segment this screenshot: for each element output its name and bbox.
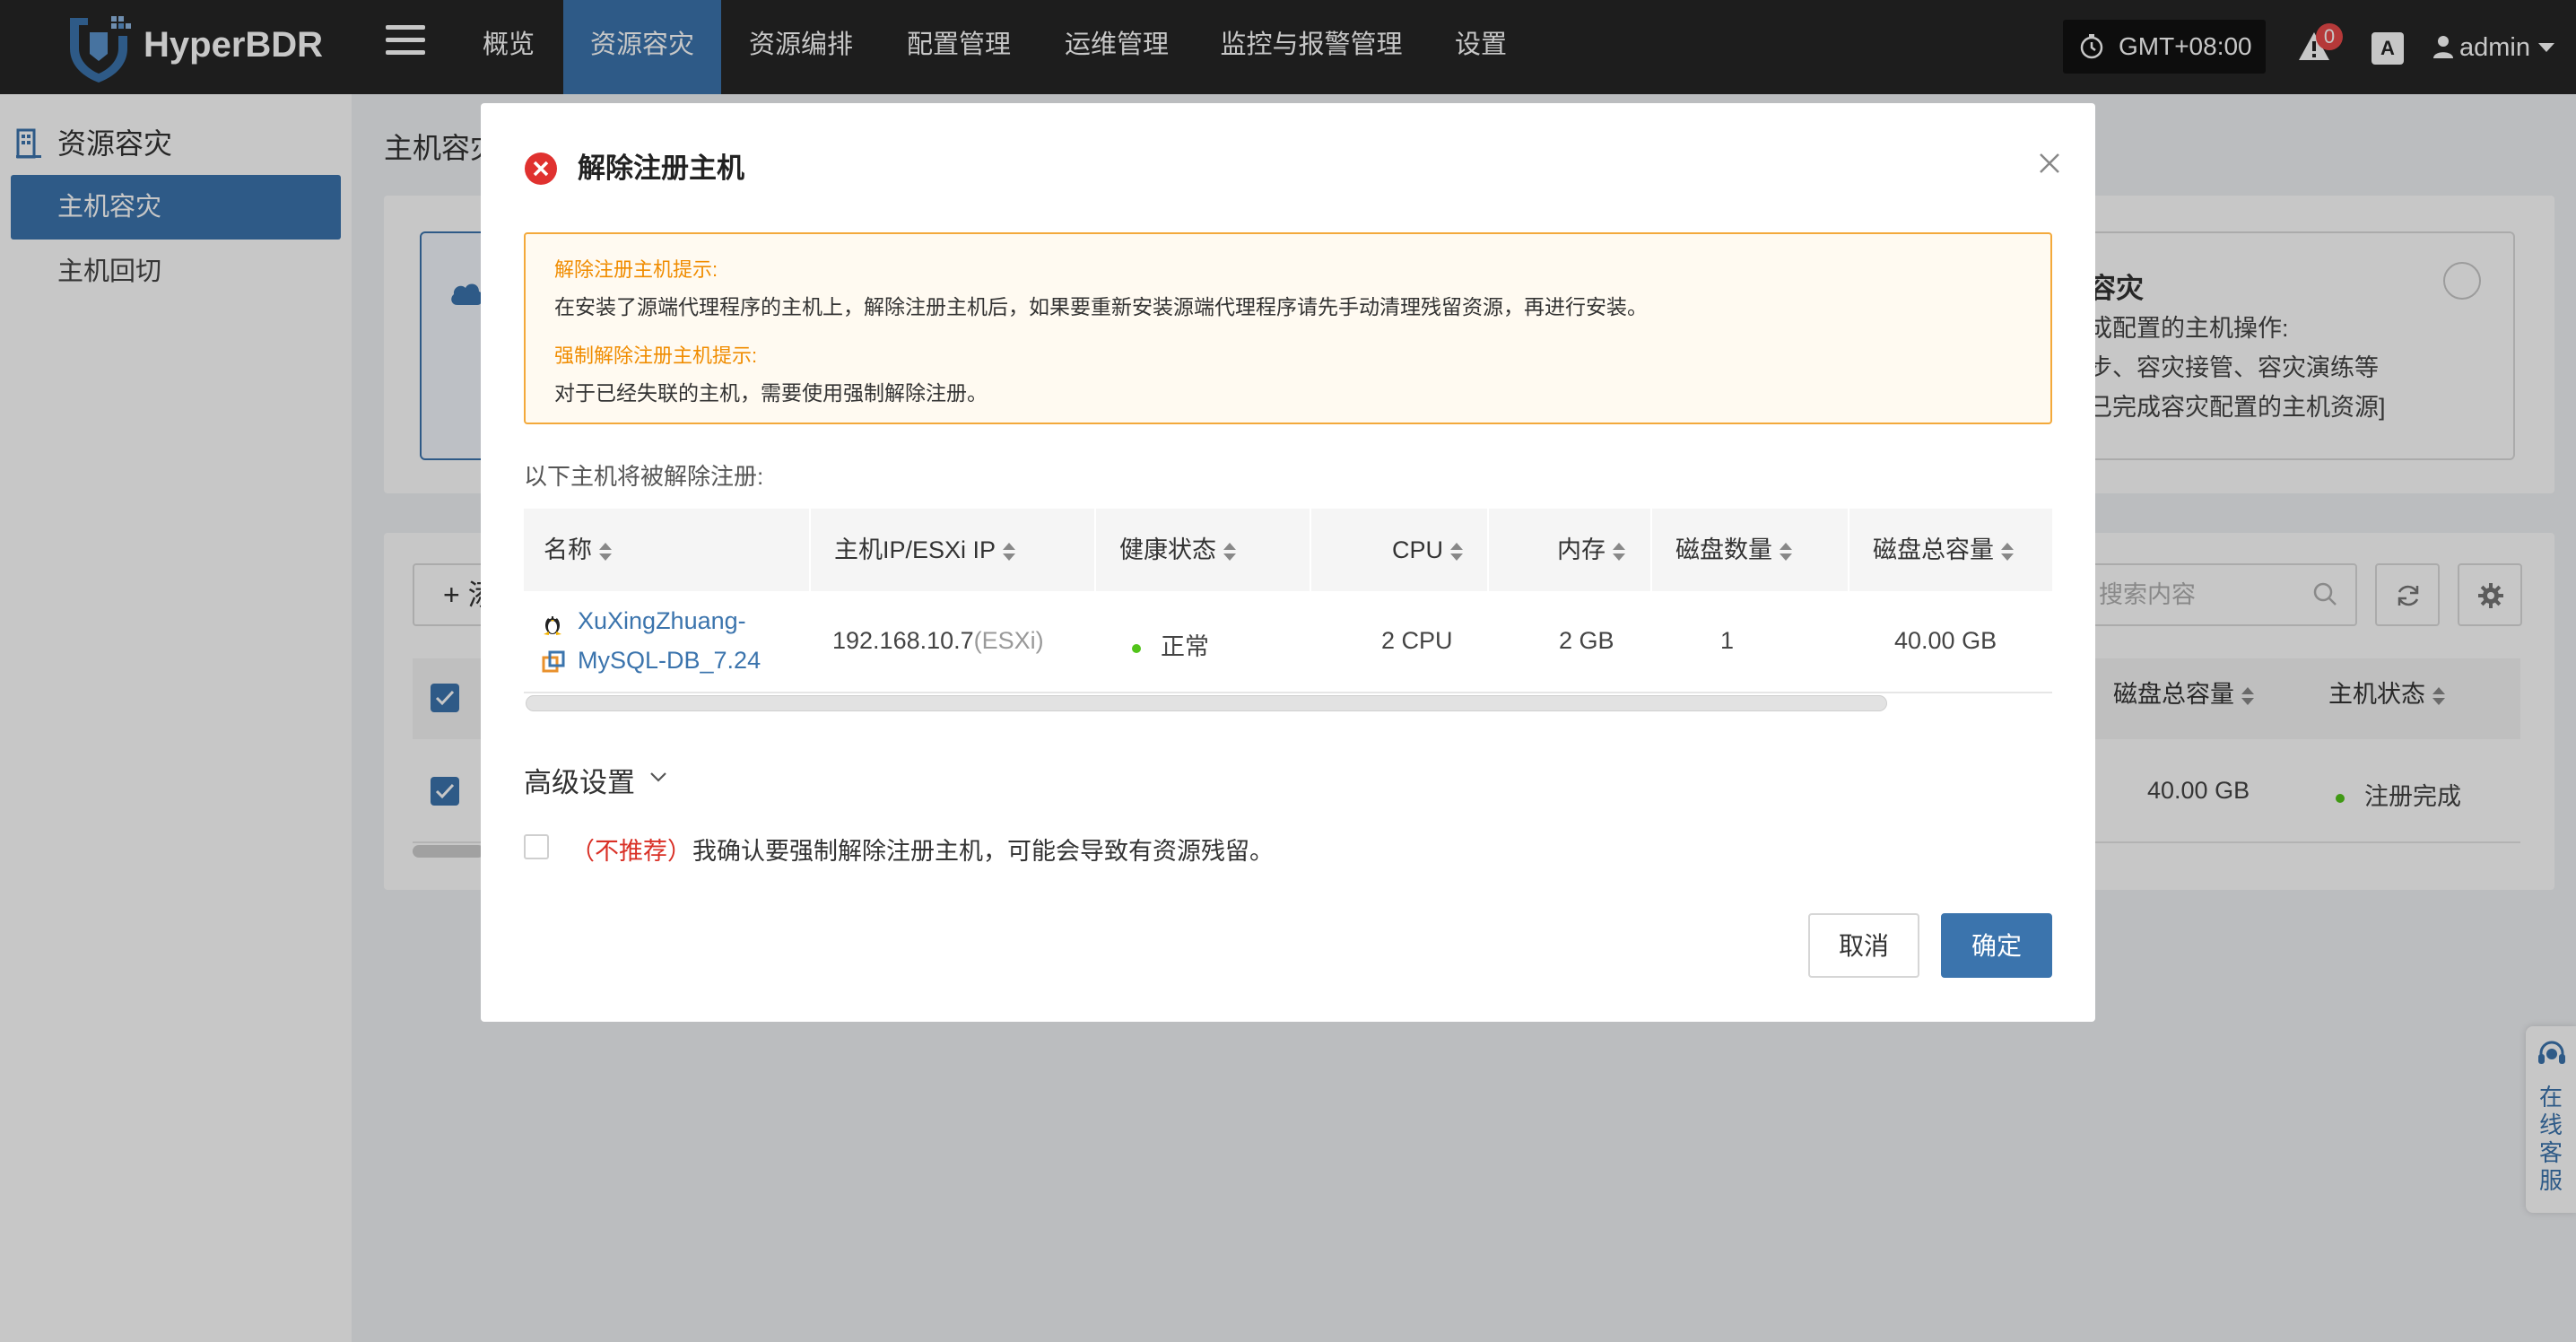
sort-icon[interactable] — [1450, 542, 1464, 561]
column-header-cpu[interactable]: CPU — [1392, 509, 1464, 591]
chevron-down-icon[interactable] — [649, 771, 667, 783]
force-unregister-label[interactable]: 我确认要强制解除注册主机，可能会导致有资源残留。 — [692, 832, 1274, 867]
column-header-memory[interactable]: 内存 — [1557, 509, 1625, 591]
dialog-table-header: 名称 主机IP/ESXi IP 健康状态 CPU 内存 磁盘数量 磁盘总容量 — [524, 509, 2052, 591]
warning-box: 解除注册主机提示: 在安装了源端代理程序的主机上，解除注册主机后，如果要重新安装… — [524, 232, 2052, 424]
sort-icon[interactable] — [599, 542, 612, 561]
column-divider — [1487, 509, 1489, 591]
warning-heading-2: 强制解除注册主机提示: — [554, 344, 758, 367]
confirm-button[interactable]: 确定 — [1941, 913, 2052, 978]
not-recommended-tag: （不推荐） — [570, 838, 692, 865]
host-name-line-1[interactable]: XuXingZhuang- — [578, 607, 746, 635]
sort-icon[interactable] — [1613, 542, 1625, 561]
table-horizontal-scrollbar[interactable] — [526, 695, 1887, 711]
sort-icon[interactable] — [1780, 542, 1792, 561]
host-ip: 192.168.10.7(ESXi) — [832, 627, 1044, 654]
host-disk-total: 40.00 GB — [1894, 627, 1997, 654]
advanced-settings-toggle[interactable]: 高级设置 — [524, 760, 635, 800]
host-health: 正常 — [1132, 627, 1209, 662]
close-icon[interactable] — [2029, 143, 2070, 184]
host-ip-type: (ESXi) — [973, 627, 1044, 654]
column-header-disk-count[interactable]: 磁盘数量 — [1675, 509, 1792, 591]
column-header-disk-total[interactable]: 磁盘总容量 — [1873, 509, 2014, 591]
host-disk-count: 1 — [1720, 627, 1735, 654]
host-memory: 2 GB — [1559, 627, 1614, 654]
column-header-name[interactable]: 名称 — [544, 509, 612, 591]
cancel-button[interactable]: 取消 — [1808, 913, 1919, 978]
column-divider — [1094, 509, 1096, 591]
linux-os-icon — [544, 615, 561, 635]
unregister-host-dialog: 解除注册主机 解除注册主机提示: 在安装了源端代理程序的主机上，解除注册主机后，… — [481, 103, 2095, 1022]
column-divider — [1310, 509, 1311, 591]
sort-icon[interactable] — [1003, 542, 1016, 561]
sort-icon[interactable] — [2001, 542, 2014, 561]
column-divider — [1650, 509, 1652, 591]
force-unregister-checkbox[interactable] — [524, 834, 549, 859]
error-circle-icon — [525, 152, 557, 185]
host-cpu: 2 CPU — [1381, 627, 1453, 654]
host-list-label: 以下主机将被解除注册: — [524, 463, 764, 490]
column-divider — [1848, 509, 1849, 591]
warning-text-2: 对于已经失联的主机，需要使用强制解除注册。 — [554, 381, 988, 405]
table-row-divider — [524, 692, 2052, 693]
status-dot — [1132, 643, 1141, 653]
column-header-health[interactable]: 健康状态 — [1119, 509, 1236, 591]
vmware-vm-icon — [542, 650, 565, 673]
sort-icon[interactable] — [1223, 542, 1236, 561]
host-name-line-2[interactable]: MySQL-DB_7.24 — [578, 647, 761, 675]
column-divider — [809, 509, 811, 591]
warning-heading-1: 解除注册主机提示: — [554, 258, 718, 281]
column-header-ip[interactable]: 主机IP/ESXi IP — [834, 509, 1016, 591]
dialog-title: 解除注册主机 — [578, 152, 744, 184]
warning-text-1: 在安装了源端代理程序的主机上，解除注册主机后，如果要重新安装源端代理程序请先手动… — [554, 295, 1648, 318]
